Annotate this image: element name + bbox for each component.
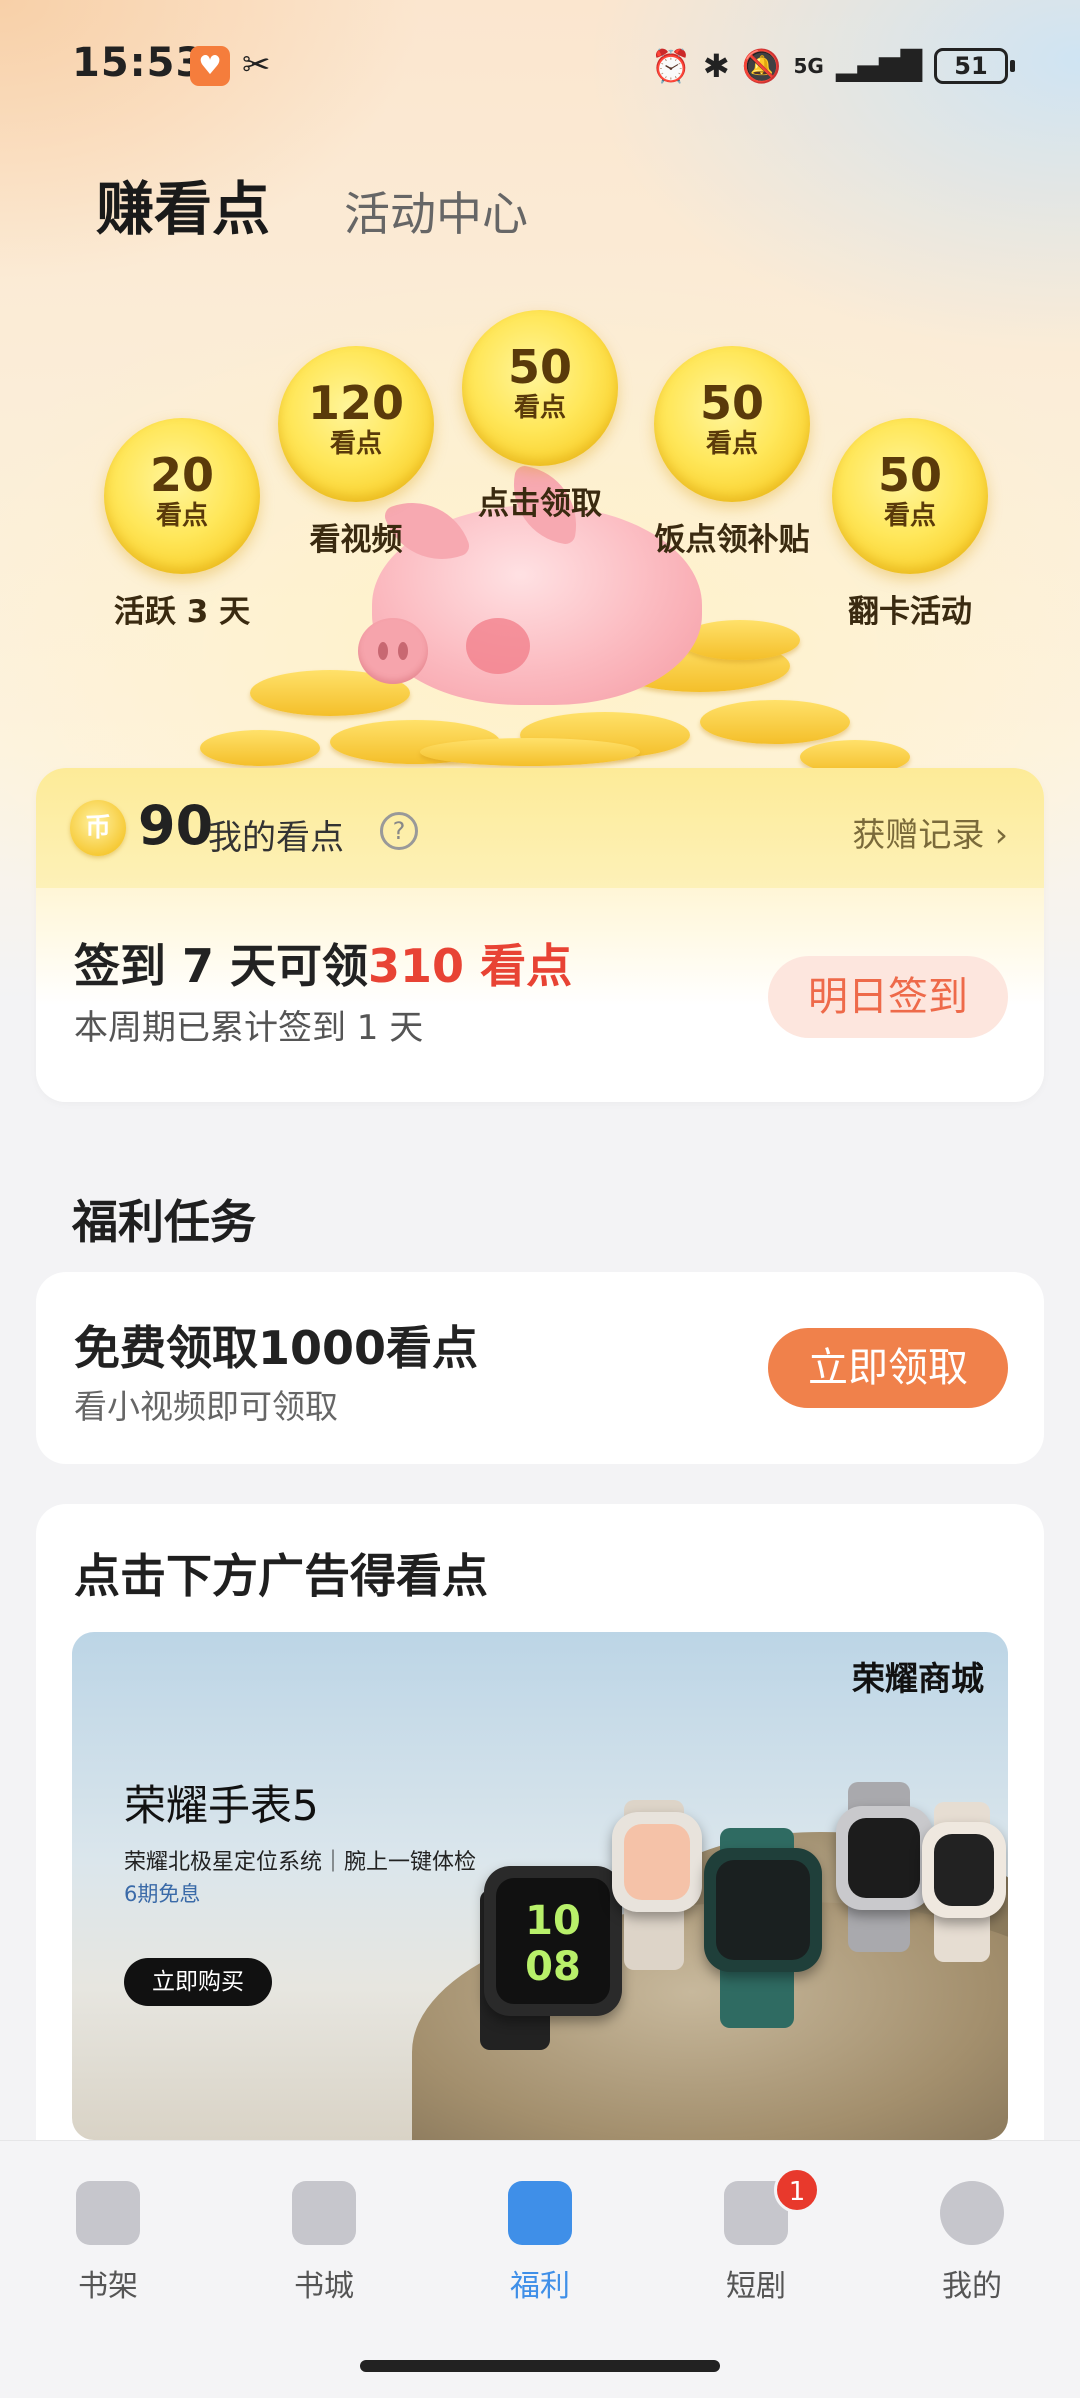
task-card: 免费领取1000看点 看小视频即可领取 立即领取 (36, 1272, 1044, 1464)
gift-history-link[interactable]: 获赠记录 › (852, 808, 1008, 856)
coin-meal-subsidy[interactable]: 50 看点 (654, 346, 810, 502)
signin-title: 签到 7 天可领310 看点 (74, 930, 572, 996)
ad-promo: 6期免息 (124, 1882, 201, 1906)
signal-icon: ▂▄▆█ (835, 49, 922, 82)
battery-icon: 51 (934, 48, 1015, 84)
points-header: 币 90 我的看点 ? 获赠记录 › (36, 768, 1044, 888)
coin-icon: 币 (70, 800, 126, 856)
watch-face: 10 08 (496, 1878, 610, 2004)
bookshelf-icon (76, 2181, 140, 2245)
ad-slogan: 荣耀北极星定位系统｜腕上一键体检 (124, 1850, 477, 1875)
coin-value: 50 (699, 376, 764, 430)
status-bar: 15:53 ♥ ✂ ⏰ ✱ 🔕 5G ▂▄▆█ 51 (72, 38, 1015, 94)
points-label: 我的看点 (208, 818, 344, 858)
coin-value: 20 (149, 448, 214, 502)
coin-label: 点击领取 (478, 486, 602, 522)
nav-label: 我的 (942, 2269, 1002, 2304)
coin-unit: 看点 (883, 501, 936, 531)
gift-icon (508, 2181, 572, 2245)
mute-bell-icon: 🔕 (741, 47, 782, 85)
coin-value: 50 (877, 448, 942, 502)
coin-value: 50 (507, 340, 572, 394)
nav-item-bookshelf[interactable]: 书架 (28, 2181, 188, 2311)
task-title: 免费领取1000看点 (74, 1321, 479, 1375)
tab-activity-center[interactable]: 活动中心 (344, 178, 528, 244)
ad-buy-button[interactable]: 立即购买 (124, 1958, 272, 2006)
signin-tomorrow-button[interactable]: 明日签到 (768, 956, 1008, 1038)
ad-product-name: 荣耀手表5 (124, 1781, 319, 1830)
bookstore-icon (292, 2181, 356, 2245)
tab-earn-points[interactable]: 赚看点 (96, 162, 270, 246)
points-value: 90 (138, 794, 214, 857)
signin-title-prefix: 签到 7 天可领 (74, 939, 369, 993)
claim-now-button[interactable]: 立即领取 (768, 1328, 1008, 1408)
network-type: 5G (793, 54, 824, 78)
signin-subtitle: 本周期已累计签到 1 天 (74, 1008, 424, 1048)
profile-icon (940, 2181, 1004, 2245)
coin-unit: 看点 (513, 393, 566, 423)
nav-label: 书城 (294, 2269, 354, 2304)
coin-label: 翻卡活动 (848, 594, 972, 630)
coin-label: 活跃 3 天 (113, 594, 251, 630)
alarm-icon: ⏰ (651, 47, 691, 85)
points-card: 币 90 我的看点 ? 获赠记录 › 签到 7 天可领310 看点 本周期已累计… (36, 768, 1044, 1102)
nav-label: 书架 (78, 2269, 138, 2304)
nav-item-short-drama[interactable]: 1 短剧 (676, 2167, 836, 2311)
coin-watch-video[interactable]: 120 看点 (278, 346, 434, 502)
nav-label: 福利 (510, 2269, 570, 2304)
nav-label: 短剧 (726, 2269, 786, 2304)
signin-title-highlight: 310 看点 (368, 939, 573, 993)
nav-item-bookstore[interactable]: 书城 (244, 2181, 404, 2311)
link-icon: ✂ (242, 45, 271, 85)
home-indicator[interactable] (360, 2360, 720, 2372)
app-badge-icon: ♥ (190, 46, 230, 86)
ad-banner[interactable]: 荣耀商城 荣耀手表5 荣耀北极星定位系统｜腕上一键体检 6期免息 立即购买 10… (72, 1632, 1008, 2140)
notification-badge: 1 (774, 2167, 820, 2213)
coin-unit: 看点 (705, 429, 758, 459)
coin-unit: 看点 (329, 429, 382, 459)
welfare-tasks-title: 福利任务 (72, 1195, 256, 1249)
bluetooth-icon: ✱ (702, 47, 730, 85)
coin-value: 120 (307, 376, 405, 430)
coin-unit: 看点 (155, 501, 208, 531)
ad-brand: 荣耀商城 (852, 1659, 984, 1698)
coin-click-claim[interactable]: 50 看点 (462, 310, 618, 466)
status-time: 15:53 (72, 40, 205, 86)
coin-active-3-days[interactable]: 20 看点 (104, 418, 260, 574)
coin-label: 饭点领补贴 (654, 522, 810, 558)
status-icons: ⏰ ✱ 🔕 5G ▂▄▆█ 51 (651, 42, 1015, 90)
nav-item-welfare[interactable]: 福利 (460, 2181, 620, 2311)
coin-flip-card[interactable]: 50 看点 (832, 418, 988, 574)
help-icon[interactable]: ? (380, 812, 418, 850)
nav-item-profile[interactable]: 我的 (892, 2181, 1052, 2311)
task-subtitle: 看小视频即可领取 (74, 1387, 338, 1426)
ad-section-title: 点击下方广告得看点 (74, 1549, 488, 1603)
ad-card: 点击下方广告得看点 荣耀商城 荣耀手表5 荣耀北极星定位系统｜腕上一键体检 6期… (36, 1504, 1044, 2144)
